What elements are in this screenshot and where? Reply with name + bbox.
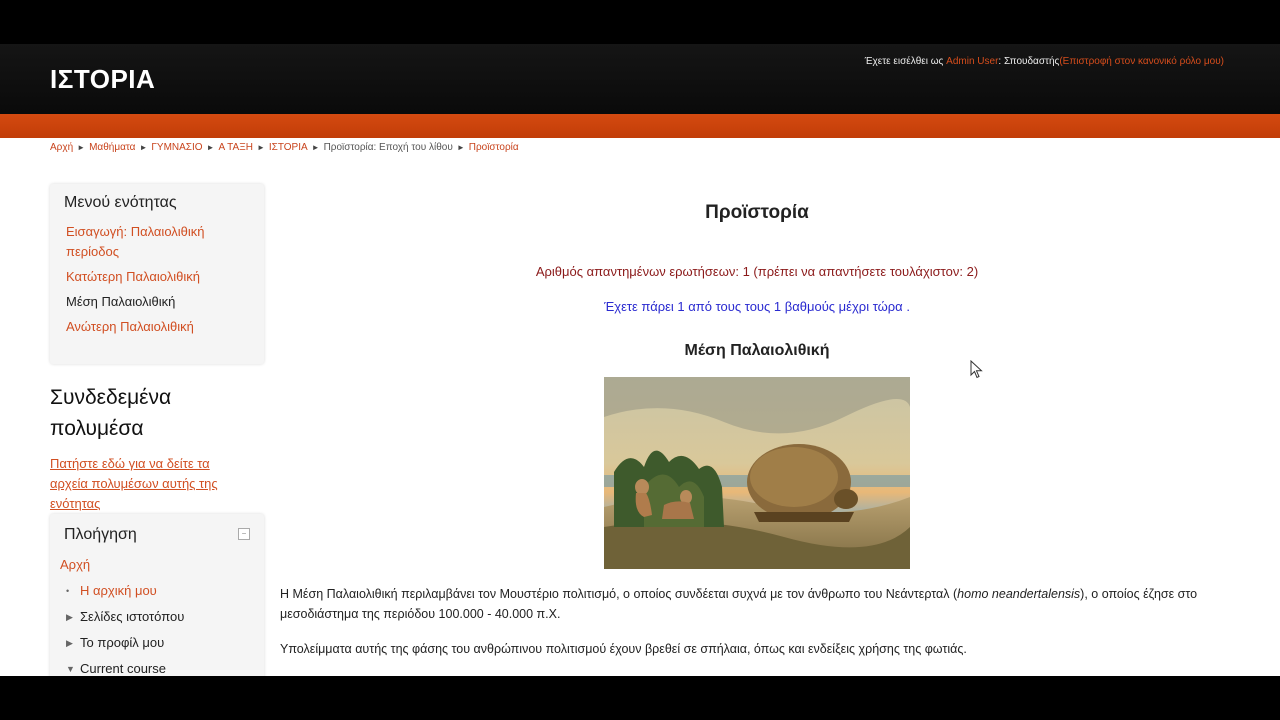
- breadcrumb-subcategory[interactable]: Α ΤΑΞΗ: [218, 142, 252, 153]
- expand-arrow-icon: ▶: [66, 638, 73, 648]
- collapse-arrow-icon: ▼: [66, 664, 75, 674]
- breadcrumb-category[interactable]: ΓΥΜΝΑΣΙΟ: [151, 142, 202, 153]
- section-menu-item-intro[interactable]: Εισαγωγή: Παλαιολιθική περίοδος: [66, 224, 205, 259]
- paragraph-1-text-a: Η Μέση Παλαιολιθική περιλαμβάνει τον Μου…: [280, 587, 958, 601]
- accent-bar: [0, 114, 1280, 138]
- browser-viewport: ΙΣΤΟΡΙΑ Έχετε εισέλθει ως Admin User: Σπ…: [0, 44, 1280, 676]
- paragraph-2: Υπολείμματα αυτής της φάσης του ανθρώπιν…: [280, 642, 967, 656]
- breadcrumb-current[interactable]: Προϊστορία: [469, 142, 519, 153]
- media-link[interactable]: Πατήστε εδώ για να δείτε τα αρχεία πολυμ…: [50, 454, 250, 514]
- mouse-cursor-icon: [970, 359, 984, 385]
- collapse-icon[interactable]: −: [238, 528, 250, 540]
- section-menu-item-middle: Μέση Παλαιολιθική: [66, 294, 176, 309]
- grade-status: Έχετε πάρει 1 από τους τους 1 βαθμούς μέ…: [604, 299, 910, 314]
- header: ΙΣΤΟΡΙΑ Έχετε εισέλθει ως Admin User: Σπ…: [0, 44, 1280, 114]
- return-role-link[interactable]: (Επιστροφή στον κανονικό ρόλο μου): [1059, 56, 1224, 67]
- user-link[interactable]: Admin User: [946, 56, 998, 67]
- breadcrumb-separator-icon: ►: [206, 143, 215, 152]
- section-heading: Μέση Παλαιολιθική: [684, 342, 830, 359]
- section-menu-item-lower[interactable]: Κατώτερη Παλαιολιθική: [66, 269, 200, 284]
- paragraph-1-italic: homo neandertalensis: [957, 587, 1081, 601]
- breadcrumb-separator-icon: ►: [456, 143, 465, 152]
- expand-arrow-icon: ▶: [66, 612, 73, 622]
- section-menu-item-upper[interactable]: Ανώτερη Παλαιολιθική: [66, 319, 194, 334]
- media-block-title: Συνδεδεμένα πολυμέσα: [50, 386, 172, 440]
- neanderthal-painting-image: [604, 377, 910, 569]
- breadcrumb-course[interactable]: ΙΣΤΟΡΙΑ: [269, 142, 308, 153]
- page-title: Προϊστορία: [705, 202, 809, 223]
- breadcrumb-separator-icon: ►: [256, 143, 265, 152]
- breadcrumb-section: Προϊστορία: Εποχή του λίθου: [323, 142, 453, 153]
- section-menu-block: Μενού ενότητας Εισαγωγή: Παλαιολιθική πε…: [50, 184, 264, 364]
- login-prefix: Έχετε εισέλθει ως: [864, 56, 944, 67]
- breadcrumb-home[interactable]: Αρχή: [50, 142, 73, 153]
- nav-site-pages-label: Σελίδες ιστοτόπου: [80, 609, 185, 624]
- login-info: Έχετε εισέλθει ως Admin User: Σπουδαστής…: [865, 56, 1224, 67]
- breadcrumb-separator-icon: ►: [311, 143, 320, 152]
- breadcrumb-courses[interactable]: Μαθήματα: [89, 142, 135, 153]
- nav-current-course[interactable]: ▼ Current course: [60, 656, 254, 676]
- nav-my-home[interactable]: Η αρχική μου: [80, 583, 157, 598]
- navigation-block: Πλοήγηση − Αρχή • Η αρχική μου ▶ Σελίδες ι…: [50, 514, 264, 676]
- section-menu-title: Μενού ενότητας: [64, 194, 177, 211]
- paragraph-1: Η Μέση Παλαιολιθική περιλαμβάνει τον Μου…: [280, 584, 1230, 624]
- bullet-icon: •: [66, 586, 70, 596]
- breadcrumb-separator-icon: ►: [139, 143, 148, 152]
- role-text: : Σπουδαστής: [998, 56, 1060, 67]
- answered-questions-status: Αριθμός απαντημένων ερωτήσεων: 1 (πρέπει…: [535, 264, 979, 279]
- nav-my-profile[interactable]: ▶ Το προφίλ μου: [60, 630, 254, 656]
- site-title[interactable]: ΙΣΤΟΡΙΑ: [50, 64, 155, 95]
- breadcrumb-separator-icon: ►: [77, 143, 86, 152]
- navigation-title: Πλοήγηση: [64, 526, 137, 543]
- breadcrumb: Αρχή ► Μαθήματα ► ΓΥΜΝΑΣΙΟ ► Α ΤΑΞΗ ► ΙΣΤΟΡΙΑ ► Πρ…: [50, 142, 519, 153]
- nav-site-pages[interactable]: ▶ Σελίδες ιστοτόπου: [60, 604, 254, 630]
- nav-home[interactable]: Αρχή: [60, 557, 90, 572]
- nav-current-course-label: Current course: [80, 661, 166, 676]
- nav-my-profile-label: Το προφίλ μου: [80, 635, 165, 650]
